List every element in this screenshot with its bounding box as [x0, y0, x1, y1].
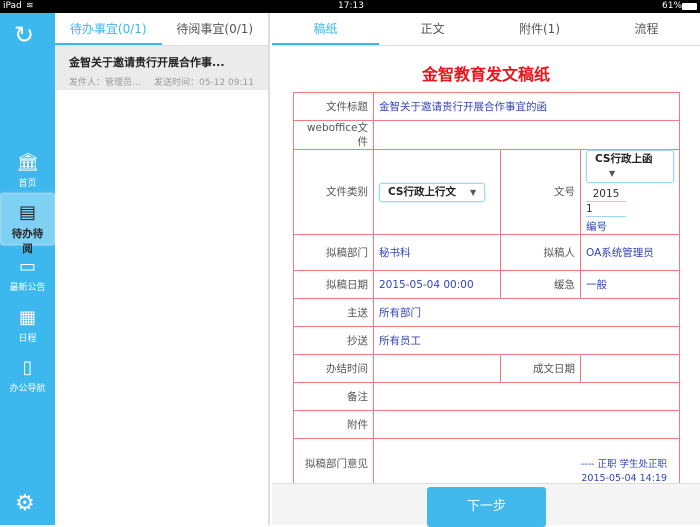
inbox-icon: ▤	[18, 202, 36, 223]
label: 主送	[293, 298, 374, 327]
label: 附件	[293, 410, 374, 439]
battery-level: 61%	[662, 1, 683, 11]
tab-draft[interactable]: 稿纸	[272, 13, 379, 45]
cc-field[interactable]: 所有员工	[373, 326, 680, 355]
deadline-field[interactable]	[373, 354, 501, 383]
weboffice-field[interactable]	[373, 120, 680, 150]
label: 文件标题	[293, 92, 374, 121]
label: 拟稿日期	[293, 270, 374, 299]
label: 办结时间	[293, 354, 374, 383]
wifi-icon: ≋	[26, 1, 34, 11]
tab-flow[interactable]: 流程	[593, 13, 700, 45]
numbering-link[interactable]: 编号	[586, 221, 607, 233]
bank-icon: 🏛	[16, 152, 40, 173]
clock: 17:13	[338, 1, 364, 11]
tab-body[interactable]: 正文	[379, 13, 486, 45]
date-field[interactable]: 2015-05-04 00:00	[373, 270, 501, 299]
item-title: 金智关于邀请贵行开展合作事...	[69, 56, 225, 69]
sidebar-item-todo[interactable]: ▤ 待办待阅	[0, 193, 55, 255]
sidebar: ↻ 🏛 首页 ▤ 待办待阅 ▭ 最新公告 ▦ 日程 ▯ 办公导航 ⚙	[0, 13, 55, 525]
refresh-icon[interactable]: ↻	[14, 21, 34, 49]
label: weboffice文件	[293, 120, 374, 150]
chevron-down-icon: ▼	[469, 187, 477, 197]
to-field[interactable]: 所有部门	[373, 298, 680, 327]
dept-field[interactable]: 秘书科	[373, 234, 501, 271]
category-select[interactable]: CS行政上行文 ▼	[379, 182, 486, 202]
docno-type-select[interactable]: CS行政上函 ▼	[586, 150, 674, 183]
doc-title-field[interactable]: 金智关于邀请贵行开展合作事宜的函	[373, 92, 680, 121]
label: 文件类别	[293, 149, 374, 235]
year-input[interactable]: 2015	[586, 187, 626, 202]
label: 拟稿部门	[293, 234, 374, 271]
tab-toread[interactable]: 待阅事宜(0/1)	[162, 13, 269, 45]
item-sender: 发件人：管理员...	[69, 78, 141, 88]
device-label: iPad	[3, 1, 22, 11]
drafter-field[interactable]: OA系统管理员	[580, 234, 680, 271]
label: 拟稿部门意见	[293, 438, 374, 489]
sidebar-item-home[interactable]: 🏛 首页	[0, 145, 55, 197]
sidebar-item-label: 首页	[18, 179, 37, 189]
sidebar-item-label: 日程	[18, 334, 37, 344]
attach-field[interactable]	[373, 410, 680, 439]
tab-todo[interactable]: 待办事宜(0/1)	[55, 13, 162, 45]
opinion-text: ---- 正职 学生处正职	[580, 459, 667, 470]
list-item[interactable]: 金智关于邀请贵行开展合作事... 发件人：管理员... 发送时间：05-12 09…	[55, 46, 268, 90]
done-date-field[interactable]	[580, 354, 680, 383]
gear-icon[interactable]: ⚙	[15, 491, 35, 516]
sidebar-item-schedule[interactable]: ▦ 日程	[0, 300, 55, 352]
sidebar-item-label: 最新公告	[9, 283, 46, 293]
bottom-bar: 下一步	[272, 483, 700, 527]
task-list-panel: 待办事宜(0/1) 待阅事宜(0/1) 金智关于邀请贵行开展合作事... 发件人…	[55, 13, 270, 525]
opinion-field: ---- 正职 学生处正职 2015-05-04 14:19	[373, 438, 680, 489]
battery-icon	[682, 3, 697, 10]
draft-form: 文件标题 金智关于邀请贵行开展合作事宜的函 weboffice文件 文件类别 CS…	[293, 92, 680, 489]
chevron-down-icon: ▼	[609, 169, 616, 178]
label: 拟稿人	[500, 234, 581, 271]
next-step-button[interactable]: 下一步	[427, 487, 546, 527]
docno-type-value: CS行政上函	[595, 153, 653, 165]
remark-field[interactable]	[373, 382, 680, 411]
label: 文号	[500, 149, 581, 235]
detail-panel: 稿纸 正文 附件(1) 流程 金智教育发文稿纸 文件标题 金智关于邀请贵行开展合作…	[272, 13, 700, 527]
item-time: 发送时间：05-12 09:11	[154, 78, 254, 88]
status-bar: iPad ≋ 17:13 61%	[0, 0, 700, 13]
urgency-field[interactable]: 一般	[580, 270, 680, 299]
sidebar-item-notice[interactable]: ▭ 最新公告	[0, 249, 55, 301]
sidebar-item-nav[interactable]: ▯ 办公导航	[0, 350, 55, 402]
book-icon: ▯	[22, 357, 33, 378]
tab-attachments[interactable]: 附件(1)	[486, 13, 593, 45]
seq-input[interactable]: 1	[586, 202, 626, 217]
label: 抄送	[293, 326, 374, 355]
card-icon: ▭	[18, 256, 36, 277]
label: 成文日期	[500, 354, 581, 383]
label: 缓急	[500, 270, 581, 299]
category-value: CS行政上行文	[388, 185, 456, 198]
sidebar-item-label: 办公导航	[9, 384, 46, 394]
label: 备注	[293, 382, 374, 411]
calendar-icon: ▦	[18, 307, 36, 328]
form-title: 金智教育发文稿纸	[421, 65, 550, 84]
